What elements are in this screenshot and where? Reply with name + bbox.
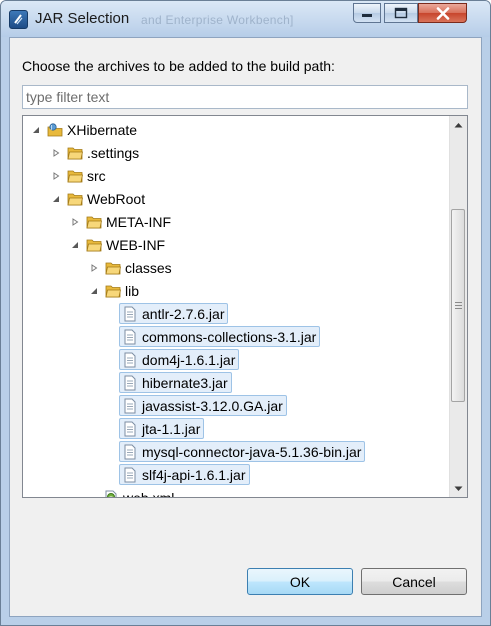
- tree-item-meta-inf[interactable]: META-INF: [68, 211, 171, 233]
- folder-icon: [105, 260, 121, 276]
- jar-item-label: commons-collections-3.1.jar: [142, 328, 317, 345]
- jar-item[interactable]: mysql-connector-java-5.1.36-bin.jar: [119, 441, 366, 462]
- tree-item-label: src: [87, 168, 106, 184]
- jar-item[interactable]: slf4j-api-1.6.1.jar: [119, 464, 250, 485]
- jar-item[interactable]: dom4j-1.6.1.jar: [119, 349, 240, 370]
- background-window-title: and Enterprise Workbench]: [141, 13, 294, 27]
- collapsed-arrow-icon[interactable]: [87, 261, 101, 275]
- jar-file-icon: [122, 467, 138, 483]
- tree-item-label: WEB-INF: [106, 237, 166, 253]
- scrollbar-thumb[interactable]: [451, 209, 465, 402]
- folder-icon: [67, 145, 83, 161]
- vertical-scrollbar[interactable]: [449, 116, 467, 497]
- tree-item-project[interactable]: J XHibernate: [29, 119, 137, 141]
- close-button[interactable]: [418, 3, 467, 23]
- tree-item-settings[interactable]: .settings: [49, 142, 139, 164]
- jar-item[interactable]: commons-collections-3.1.jar: [119, 326, 321, 347]
- jar-file-icon: [122, 421, 138, 437]
- filter-input[interactable]: [22, 85, 468, 109]
- jar-item[interactable]: antlr-2.7.6.jar: [119, 303, 229, 324]
- scroll-down-icon: [454, 486, 463, 491]
- java-project-icon: J: [47, 122, 63, 138]
- tree-item-web-xml[interactable]: web.xml: [103, 487, 175, 498]
- expanded-arrow-icon[interactable]: [68, 238, 82, 252]
- dialog-body: Choose the archives to be added to the b…: [9, 37, 482, 617]
- cancel-button[interactable]: Cancel: [361, 568, 467, 595]
- title-bar[interactable]: JAR Selection and Enterprise Workbench]: [1, 1, 490, 37]
- jar-file-icon: [122, 398, 138, 414]
- scroll-up-icon: [454, 122, 463, 127]
- folder-icon: [67, 168, 83, 184]
- minimize-icon: [362, 14, 372, 17]
- expanded-arrow-icon[interactable]: [49, 192, 63, 206]
- tree-item-web-inf[interactable]: WEB-INF: [68, 234, 165, 256]
- tree-item-label: WebRoot: [87, 191, 146, 207]
- window-title: JAR Selection: [35, 10, 130, 27]
- tree-item-label: XHibernate: [67, 122, 138, 138]
- tree-item-label: classes: [125, 260, 172, 276]
- minimize-button[interactable]: [353, 3, 381, 23]
- folder-icon: [86, 214, 102, 230]
- jar-item-label: hibernate3.jar: [142, 374, 228, 391]
- jar-item[interactable]: hibernate3.jar: [119, 372, 232, 393]
- expanded-arrow-icon[interactable]: [87, 284, 101, 298]
- scroll-up-button[interactable]: [450, 116, 467, 133]
- jar-file-icon: [122, 329, 138, 345]
- jar-item-label: jta-1.1.jar: [142, 420, 201, 437]
- jar-item-label: javassist-3.12.0.GA.jar: [142, 397, 283, 414]
- maximize-icon: [394, 7, 408, 19]
- collapsed-arrow-icon[interactable]: [49, 146, 63, 160]
- jar-file-icon: [122, 352, 138, 368]
- jar-file-icon: [122, 444, 138, 460]
- jar-item-label: slf4j-api-1.6.1.jar: [142, 466, 246, 483]
- scroll-down-button[interactable]: [450, 480, 467, 497]
- collapsed-arrow-icon[interactable]: [49, 169, 63, 183]
- tree-item-classes[interactable]: classes: [87, 257, 172, 279]
- tree-item-label: .settings: [87, 145, 140, 161]
- tree-item-label: META-INF: [106, 214, 172, 230]
- tree-item-label: lib: [125, 283, 140, 299]
- tree-item-lib[interactable]: lib: [87, 280, 139, 302]
- tree-item-webroot[interactable]: WebRoot: [49, 188, 145, 210]
- tree-item-src[interactable]: src: [49, 165, 106, 187]
- jar-item-label: mysql-connector-java-5.1.36-bin.jar: [142, 443, 362, 460]
- expanded-arrow-icon[interactable]: [29, 123, 43, 137]
- close-icon: [436, 6, 449, 20]
- ok-button[interactable]: OK: [247, 568, 353, 595]
- jar-item[interactable]: jta-1.1.jar: [119, 418, 205, 439]
- folder-icon: [86, 237, 102, 253]
- dialog-window: JAR Selection and Enterprise Workbench] …: [0, 0, 491, 626]
- eclipse-dialog-icon: [9, 10, 28, 29]
- maximize-button[interactable]: [384, 3, 418, 23]
- jar-item[interactable]: javassist-3.12.0.GA.jar: [119, 395, 287, 416]
- xml-file-icon: [103, 490, 119, 497]
- jar-item-label: antlr-2.7.6.jar: [142, 305, 225, 322]
- tree-item-label: web.xml: [123, 490, 175, 498]
- folder-icon: [67, 191, 83, 207]
- jar-item-label: dom4j-1.6.1.jar: [142, 351, 236, 368]
- archive-tree[interactable]: J XHibernate .settings src WebRoot META-…: [22, 115, 468, 498]
- jar-file-icon: [122, 375, 138, 391]
- grip-icon: [455, 302, 462, 311]
- prompt-label: Choose the archives to be added to the b…: [22, 58, 335, 74]
- jar-file-icon: [122, 306, 138, 322]
- collapsed-arrow-icon[interactable]: [68, 215, 82, 229]
- folder-icon: [105, 283, 121, 299]
- svg-text:J: J: [50, 125, 53, 131]
